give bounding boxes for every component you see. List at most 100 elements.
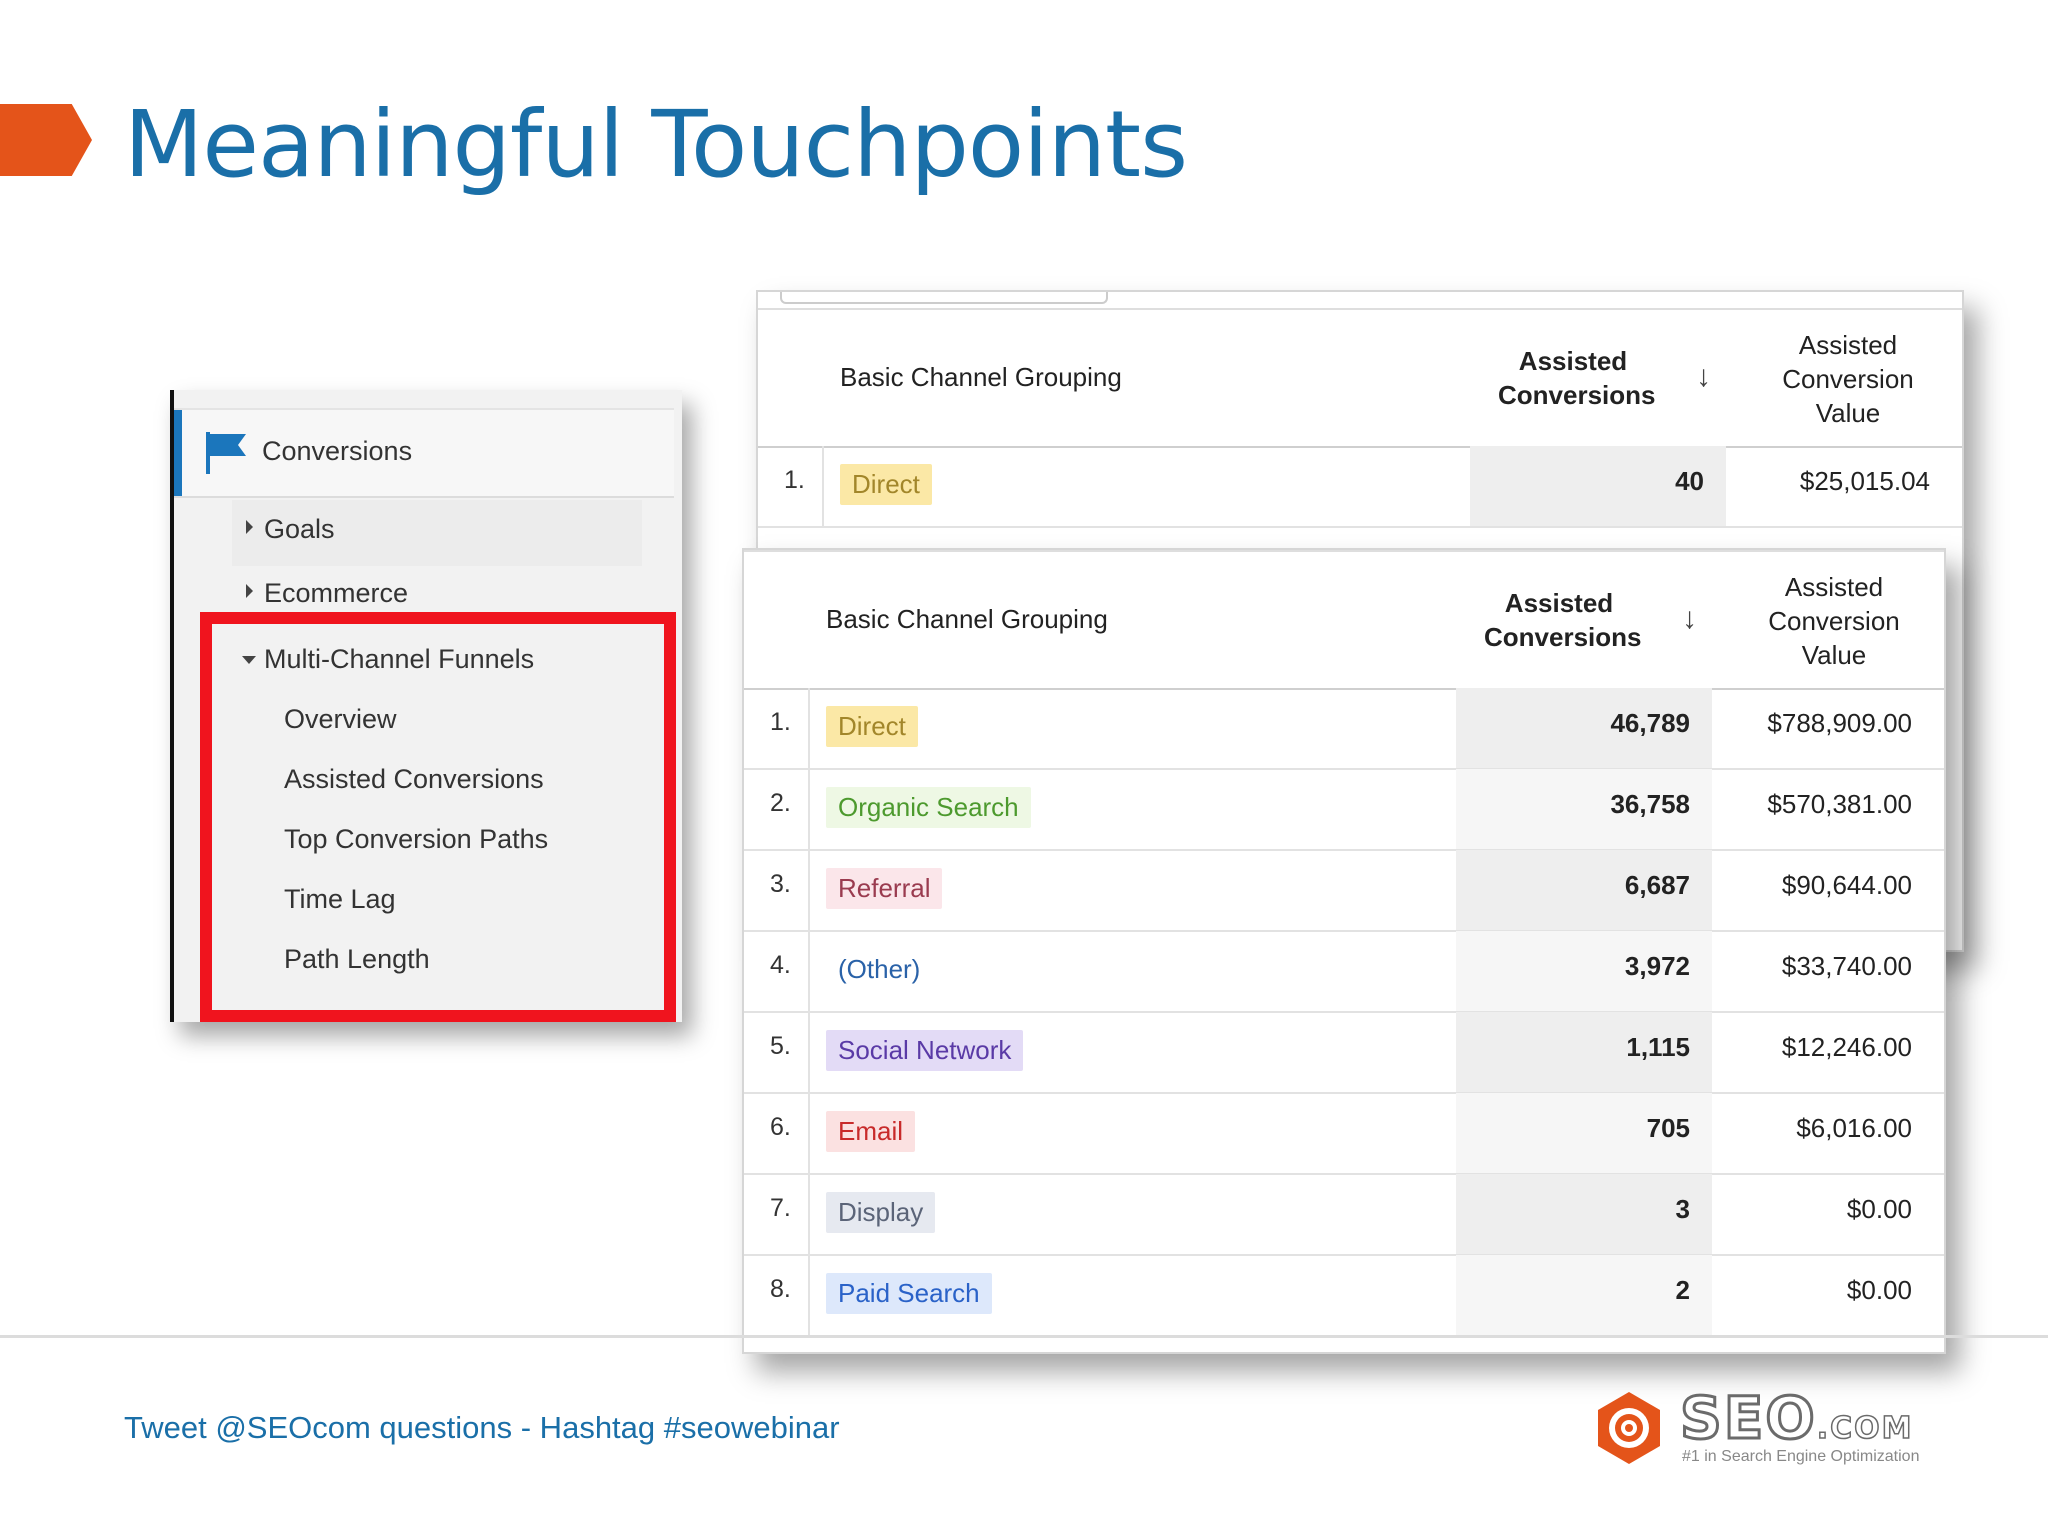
- row-number: 7.: [770, 1194, 791, 1222]
- row-number: 6.: [770, 1113, 791, 1141]
- col-header-line: Value: [1815, 398, 1881, 428]
- column-divider: [808, 931, 810, 1011]
- assisted-conversions-value: 3: [1675, 1194, 1690, 1224]
- assisted-conversions-cell: 3,972: [1456, 931, 1712, 1011]
- logo-suffix: .COM: [1816, 1410, 1914, 1447]
- conversion-value: $6,016.00: [1796, 1113, 1912, 1143]
- assisted-conversions-cell: 705: [1456, 1093, 1712, 1173]
- assisted-conversions-cell: 6,687: [1456, 850, 1712, 930]
- assisted-conversions-cell: 46,789: [1456, 688, 1712, 768]
- col-header-assisted-conversions[interactable]: Assisted Conversions: [1498, 344, 1656, 412]
- footer-divider: [0, 1335, 2048, 1338]
- assisted-conversions-value: 1,115: [1626, 1032, 1690, 1062]
- table-row[interactable]: 4. (Other) 3,972 $33,740.00: [744, 931, 1944, 1013]
- nav-active-bar: [174, 410, 182, 496]
- conversion-value: $0.00: [1846, 1194, 1912, 1224]
- col-header-line: Assisted: [1784, 572, 1884, 602]
- col-header-assisted-conversions[interactable]: Assisted Conversions: [1484, 586, 1642, 654]
- column-divider: [808, 850, 810, 930]
- column-divider: [808, 1012, 810, 1092]
- caret-right-icon: [246, 520, 253, 534]
- col-header-assisted-conversion-value[interactable]: Assisted Conversion Value: [1748, 328, 1948, 430]
- assisted-conversions-value: 6,687: [1624, 870, 1690, 900]
- row-number: 1.: [770, 708, 791, 736]
- column-divider: [808, 1093, 810, 1173]
- footer-text: Tweet @SEOcom questions - Hashtag #seowe…: [124, 1410, 840, 1445]
- table-row[interactable]: 7. Display 3 $0.00: [744, 1174, 1944, 1256]
- table-row[interactable]: 6. Email 705 $6,016.00: [744, 1093, 1944, 1175]
- row-number: 1.: [784, 466, 805, 494]
- channel-chip[interactable]: Organic Search: [826, 787, 1031, 828]
- table-row[interactable]: 5. Social Network 1,115 $12,246.00: [744, 1012, 1944, 1094]
- flag-icon: [206, 432, 246, 474]
- assisted-conversions-cell: 1,115: [1456, 1012, 1712, 1092]
- seo-logo: SEO.COM #1 in Search Engine Optimization: [1596, 1383, 1956, 1470]
- table-row[interactable]: 8. Paid Search 2 $0.00: [744, 1255, 1944, 1337]
- logo-wordmark: SEO.COM: [1679, 1383, 1914, 1454]
- channel-chip[interactable]: Direct: [826, 706, 918, 747]
- col-header-line: Assisted: [1504, 588, 1614, 618]
- front-table-header: Basic Channel Grouping Assisted Conversi…: [744, 550, 1944, 690]
- assisted-conversions-cell: 2: [1456, 1255, 1712, 1335]
- sort-down-icon[interactable]: ↓: [1696, 360, 1711, 394]
- assisted-conversions-value: 3,972: [1624, 951, 1690, 981]
- conversion-value: $0.00: [1846, 1275, 1912, 1305]
- back-table-header: Basic Channel Grouping Assisted Conversi…: [758, 308, 1962, 448]
- channel-chip[interactable]: Direct: [840, 464, 932, 505]
- row-number: 5.: [770, 1032, 791, 1060]
- conversion-value: $12,246.00: [1781, 1032, 1912, 1062]
- slide-title: Meaningful Touchpoints: [124, 91, 1188, 198]
- assisted-conversions-value: 36,758: [1610, 789, 1690, 819]
- col-header-line: Conversion: [1768, 606, 1900, 636]
- nav-header-label: Conversions: [262, 436, 413, 466]
- nav-item-goals[interactable]: Goals: [264, 514, 335, 545]
- conversion-value: $90,644.00: [1781, 870, 1912, 900]
- table-row[interactable]: 1. Direct 40 $25,015.04: [758, 446, 1962, 528]
- conversion-value: $570,381.00: [1767, 789, 1912, 819]
- col-header-line: Conversions: [1498, 380, 1656, 410]
- column-divider: [808, 1174, 810, 1254]
- assisted-conversions-value: 705: [1646, 1113, 1690, 1143]
- conversion-value: $788,909.00: [1767, 708, 1912, 738]
- col-header-line: Assisted: [1518, 346, 1628, 376]
- row-number: 2.: [770, 789, 791, 817]
- table-row[interactable]: 1. Direct 46,789 $788,909.00: [744, 688, 1944, 770]
- channel-chip[interactable]: Display: [826, 1192, 936, 1233]
- col-header-channel[interactable]: Basic Channel Grouping: [826, 604, 1108, 635]
- assisted-conversions-cell: 36,758: [1456, 769, 1712, 849]
- column-divider: [822, 446, 824, 526]
- table-row[interactable]: 2. Organic Search 36,758 $570,381.00: [744, 769, 1944, 851]
- tab-stub: [780, 292, 1108, 304]
- col-header-line: Conversion: [1782, 364, 1914, 394]
- col-header-line: Value: [1801, 640, 1867, 670]
- assisted-conversions-cell: 40: [1470, 446, 1726, 526]
- col-header-line: Conversions: [1484, 622, 1642, 652]
- highlight-box: [200, 612, 676, 1022]
- caret-right-icon: [246, 584, 253, 598]
- channel-chip[interactable]: Email: [826, 1111, 916, 1152]
- channel-chip[interactable]: Social Network: [826, 1030, 1024, 1071]
- logo-tagline: #1 in Search Engine Optimization: [1682, 1448, 1920, 1465]
- col-header-channel[interactable]: Basic Channel Grouping: [840, 362, 1122, 393]
- row-number: 8.: [770, 1275, 791, 1303]
- column-divider: [808, 1255, 810, 1335]
- channel-chip[interactable]: Paid Search: [826, 1273, 992, 1314]
- table-row[interactable]: 3. Referral 6,687 $90,644.00: [744, 850, 1944, 932]
- conversion-value: $25,015.04: [1799, 466, 1930, 496]
- assisted-conversions-value: 46,789: [1610, 708, 1690, 738]
- col-header-assisted-conversion-value[interactable]: Assisted Conversion Value: [1734, 570, 1934, 672]
- channel-chip[interactable]: Referral: [826, 868, 943, 909]
- assisted-conversions-cell: 3: [1456, 1174, 1712, 1254]
- channel-chip[interactable]: (Other): [826, 949, 933, 990]
- sort-down-icon[interactable]: ↓: [1682, 602, 1697, 636]
- nav-section-conversions[interactable]: Conversions: [174, 408, 674, 498]
- col-header-line: Assisted: [1798, 330, 1898, 360]
- nav-item-ecommerce[interactable]: Ecommerce: [264, 578, 408, 609]
- assisted-conversions-value: 2: [1675, 1275, 1690, 1305]
- column-divider: [808, 769, 810, 849]
- row-number: 4.: [770, 951, 791, 979]
- conversion-value: $33,740.00: [1781, 951, 1912, 981]
- logo-word: SEO: [1679, 1383, 1817, 1454]
- row-number: 3.: [770, 870, 791, 898]
- seo-target-icon: [1598, 1392, 1660, 1464]
